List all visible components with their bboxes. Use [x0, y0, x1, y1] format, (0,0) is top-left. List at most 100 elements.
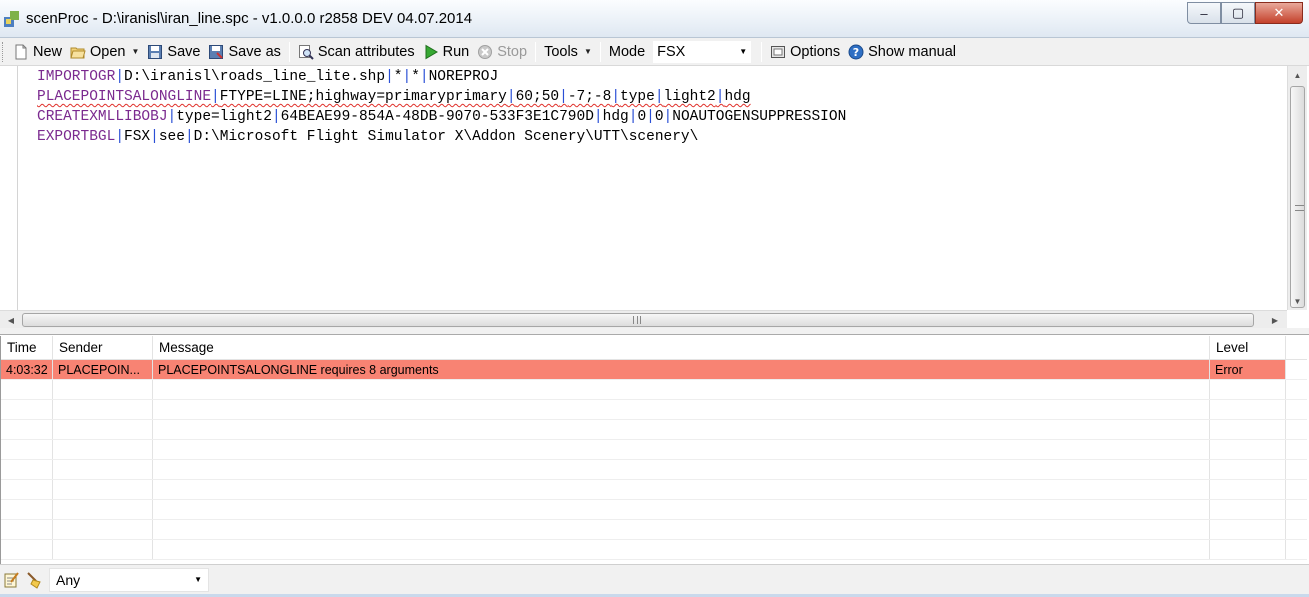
code-separator: | [115, 129, 125, 145]
code-separator: | [184, 129, 194, 145]
scroll-right-arrow-icon[interactable]: ▶ [1266, 311, 1284, 329]
pane-splitter[interactable] [0, 328, 1309, 335]
log-cell-time: 4:03:32 [1, 360, 53, 379]
log-empty-cell [1286, 400, 1307, 419]
toolbar-grip[interactable] [2, 41, 5, 62]
code-keyword: PLACEPOINTSALONGLINE [37, 89, 212, 105]
window-title: scenProc - D:\iranisl\iran_line.spc - v1… [26, 10, 473, 27]
code-separator: | [593, 109, 603, 125]
log-empty-cell [1286, 380, 1307, 399]
show-manual-button[interactable]: ? Show manual [844, 40, 960, 64]
code-line[interactable]: PLACEPOINTSALONGLINE|FTYPE=LINE;highway=… [37, 87, 1287, 107]
close-button[interactable]: ✕ [1255, 2, 1303, 24]
code-separator: | [663, 109, 673, 125]
open-button[interactable]: Open ▼ [66, 40, 143, 64]
editor-horizontal-scrollbar[interactable]: ◀ ▶ [0, 310, 1287, 328]
code-line[interactable]: EXPORTBGL|FSX|see|D:\Microsoft Flight Si… [37, 127, 1287, 147]
column-header-message[interactable]: Message [153, 336, 1210, 359]
run-button-label: Run [442, 43, 470, 60]
scan-attributes-button[interactable]: Scan attributes [294, 40, 419, 64]
column-header-time[interactable]: Time [1, 336, 53, 359]
log-empty-cell [1286, 520, 1307, 539]
options-button[interactable]: Options [766, 40, 844, 64]
log-level-filter-value: Any [56, 571, 81, 588]
help-icon: ? [848, 44, 864, 59]
show-manual-label: Show manual [868, 43, 956, 60]
code-separator: | [611, 89, 621, 105]
log-empty-cell [53, 460, 153, 479]
toolbar-separator [535, 41, 537, 62]
code-argument: D:\Microsoft Flight Simulator X\Addon Sc… [193, 129, 699, 145]
log-empty-cell [1286, 440, 1307, 459]
log-empty-cell [1286, 500, 1307, 519]
code-separator: | [402, 69, 412, 85]
edit-notes-icon[interactable] [3, 571, 21, 589]
play-icon [425, 44, 438, 59]
code-argument: see [158, 129, 185, 145]
scan-magnifier-icon [298, 44, 314, 60]
script-code[interactable]: IMPORTOGR|D:\iranisl\roads_line_lite.shp… [18, 66, 1287, 147]
stop-icon [478, 44, 493, 59]
log-empty-cell [1, 460, 53, 479]
tools-menu-button[interactable]: Tools ▼ [540, 40, 596, 64]
scroll-down-arrow-icon[interactable]: ▼ [1288, 292, 1307, 310]
vscroll-grip-icon [1295, 205, 1304, 211]
new-file-icon [15, 44, 27, 59]
open-dropdown-caret-icon[interactable]: ▼ [132, 47, 140, 56]
log-empty-cell [153, 500, 1210, 519]
saveas-button[interactable]: Save as [204, 40, 284, 64]
hscroll-grip-icon [633, 316, 641, 324]
log-cell-filler [1286, 360, 1307, 379]
options-button-label: Options [790, 43, 841, 60]
code-argument: * [411, 69, 420, 85]
log-empty-cell [1210, 520, 1286, 539]
code-argument: type [620, 89, 655, 105]
new-button[interactable]: New [9, 40, 66, 64]
maximize-icon: ▢ [1231, 5, 1245, 20]
stop-button[interactable]: Stop [473, 40, 531, 64]
new-button-label: New [33, 43, 63, 60]
log-empty-cell [53, 520, 153, 539]
scroll-left-arrow-icon[interactable]: ◀ [2, 311, 20, 329]
clear-broom-icon[interactable] [25, 571, 43, 589]
mode-select[interactable]: FSX ▼ [653, 40, 752, 63]
log-empty-cell [1, 400, 53, 419]
log-empty-cell [53, 480, 153, 499]
main-toolbar: New Open ▼ Save Save as Scan attributes … [0, 38, 1309, 66]
log-empty-cell [53, 440, 153, 459]
log-empty-cell [153, 400, 1210, 419]
code-line[interactable]: CREATEXMLLIBOBJ|type=light2|64BEAE99-854… [37, 107, 1287, 127]
message-log: Time Sender Message Level 4:03:32 PLACEP… [0, 336, 1307, 564]
editor-vertical-scrollbar[interactable]: ▲ ▼ [1287, 66, 1307, 310]
code-line[interactable]: IMPORTOGR|D:\iranisl\roads_line_lite.shp… [37, 67, 1287, 87]
maximize-button[interactable]: ▢ [1221, 2, 1255, 24]
open-button-label: Open [90, 43, 126, 60]
save-button[interactable]: Save [143, 40, 204, 64]
minimize-button[interactable]: ‒ [1187, 2, 1221, 24]
run-button[interactable]: Run [419, 40, 474, 64]
code-argument: type=light2 [176, 109, 272, 125]
log-empty-cell [1210, 380, 1286, 399]
tools-menu-label: Tools [544, 43, 578, 60]
editor-hscroll-thumb[interactable] [22, 313, 1254, 327]
code-keyword: EXPORTBGL [37, 129, 116, 145]
column-header-sender[interactable]: Sender [53, 336, 153, 359]
log-empty-cell [153, 420, 1210, 439]
log-empty-cell [53, 420, 153, 439]
scroll-up-arrow-icon[interactable]: ▲ [1288, 66, 1307, 84]
log-row[interactable]: 4:03:32 PLACEPOIN... PLACEPOINTSALONGLIN… [1, 360, 1307, 380]
saveas-button-label: Save as [228, 43, 281, 60]
code-argument: 64BEAE99-854A-48DB-9070-533F3E1C790D [280, 109, 594, 125]
options-icon [771, 45, 786, 58]
mode-select-value: FSX [657, 43, 686, 60]
log-empty-cell [1210, 540, 1286, 559]
log-empty-cell [53, 500, 153, 519]
editor-vscroll-thumb[interactable] [1290, 86, 1305, 308]
toolbar-separator [761, 41, 763, 62]
log-empty-cell [53, 540, 153, 559]
log-level-filter-select[interactable]: Any ▼ [49, 567, 209, 592]
toolbar-separator [599, 41, 601, 62]
code-argument: hdg [602, 109, 629, 125]
column-header-level[interactable]: Level [1210, 336, 1286, 359]
script-editor[interactable]: IMPORTOGR|D:\iranisl\roads_line_lite.shp… [17, 66, 1287, 310]
